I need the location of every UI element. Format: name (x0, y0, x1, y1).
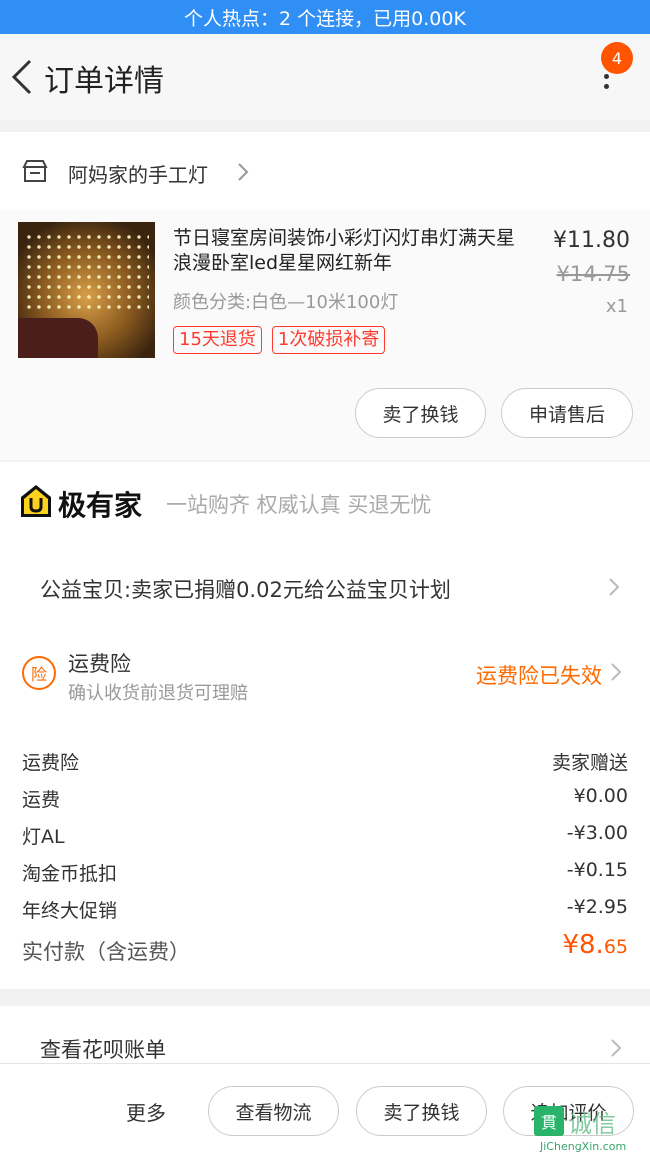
product-thumbnail[interactable] (18, 222, 155, 358)
store-row[interactable]: 阿妈家的手工灯 (0, 132, 650, 210)
after-sale-button[interactable]: 申请售后 (501, 388, 633, 438)
product-title[interactable]: 节日寝室房间装饰小彩灯闪灯串灯满天星浪漫卧室led星星网红新年 (173, 226, 523, 276)
insurance-status[interactable]: 运费险已失效 (476, 660, 602, 690)
nav-bar: 订单详情 4 (0, 34, 650, 120)
huabei-row[interactable]: 查看花呗账单 (0, 1006, 650, 1066)
fee-label: 运费险 (22, 752, 80, 774)
chevron-right-icon (609, 578, 620, 596)
watermark-text: 诚信 (568, 1110, 616, 1138)
fee-row: 灯AL -¥3.00 (22, 822, 628, 852)
sell-button[interactable]: 卖了换钱 (355, 388, 486, 438)
fee-row: 运费险 卖家赠送 (22, 748, 628, 778)
watermark-logo: 貫 诚信 JiChengXin.com (534, 1102, 650, 1155)
chevron-right-icon (611, 1039, 622, 1057)
insurance-icon: 险 (22, 656, 56, 690)
watermark-icon: 貫 (534, 1106, 564, 1136)
fee-value: 卖家赠送 (551, 752, 628, 774)
chevron-left-icon[interactable] (8, 58, 36, 96)
insurance-title: 运费险 (68, 652, 131, 676)
status-bar-text: 个人热点：2 个连接，已用0.00K (184, 7, 466, 30)
sell-button[interactable]: 卖了换钱 (356, 1086, 487, 1136)
home-u-logo-icon (21, 485, 51, 517)
product-sku: 颜色分类:白色—10米100灯 (173, 292, 399, 313)
product-quantity: x1 (605, 296, 628, 317)
service-tags: 15天退货 1次破损补寄 (173, 326, 386, 354)
fee-label: 年终大促销 (22, 900, 118, 922)
fee-label: 灯AL (22, 826, 65, 848)
chevron-right-icon (238, 163, 249, 181)
status-bar: 个人热点：2 个连接，已用0.00K (0, 0, 650, 34)
chevron-right-icon (611, 663, 622, 681)
brand-slogan: 一站购齐 权威认真 买退无忧 (166, 493, 432, 517)
notification-badge: 4 (601, 42, 633, 74)
fee-value: ¥0.00 (573, 785, 628, 807)
view-logistics-button[interactable]: 查看物流 (208, 1086, 339, 1136)
fee-row: 年终大促销 -¥2.95 (22, 896, 628, 926)
fee-row: 运费 ¥0.00 (22, 785, 628, 815)
more-button[interactable]: 更多 (126, 1097, 166, 1126)
product-price: ¥11.80 (553, 228, 630, 253)
huabei-label[interactable]: 查看花呗账单 (40, 1034, 166, 1064)
store-name[interactable]: 阿妈家的手工灯 (68, 159, 208, 188)
store-icon (22, 160, 48, 182)
fee-label: 淘金币抵扣 (22, 863, 118, 885)
watermark-url: JiChengXin.com (540, 1140, 627, 1153)
fee-value: -¥3.00 (566, 822, 628, 844)
tag-damage: 1次破损补寄 (271, 326, 386, 354)
fee-value: -¥0.15 (566, 859, 628, 881)
total-label: 实付款（含运费） (22, 940, 190, 964)
page-title: 订单详情 (44, 64, 164, 99)
brand-name: 极有家 (58, 489, 143, 522)
charity-text[interactable]: 公益宝贝:卖家已捐赠0.02元给公益宝贝计划 (40, 574, 451, 604)
tag-return: 15天退货 (173, 326, 262, 354)
brand-banner[interactable]: 极有家 一站购齐 权威认真 买退无忧 (0, 462, 650, 544)
fee-value: -¥2.95 (566, 896, 628, 918)
total-amount: ¥8.65 (562, 930, 628, 960)
insurance-subtitle: 确认收货前退货可理赔 (68, 683, 248, 704)
fee-row: 淘金币抵扣 -¥0.15 (22, 859, 628, 889)
order-info: 公益宝贝:卖家已捐赠0.02元给公益宝贝计划 险 运费险 确认收货前退货可理赔 … (0, 544, 650, 989)
product-original-price: ¥14.75 (556, 262, 630, 286)
order-item: 节日寝室房间装饰小彩灯闪灯串灯满天星浪漫卧室led星星网红新年 颜色分类:白色—… (0, 210, 650, 460)
fee-label: 运费 (22, 789, 61, 811)
